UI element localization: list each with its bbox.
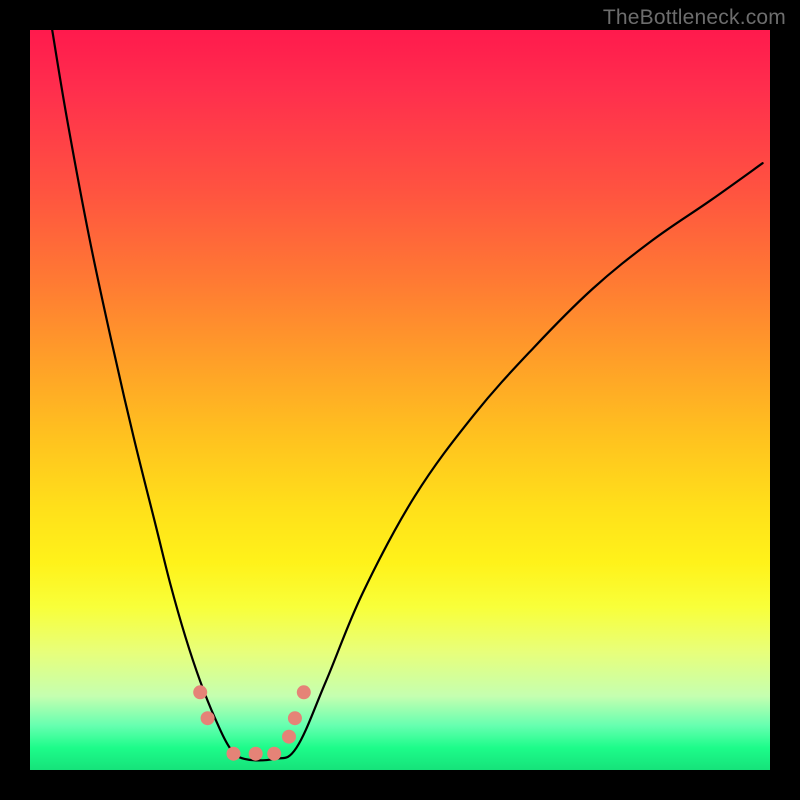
watermark-text: TheBottleneck.com xyxy=(603,6,786,30)
marker-dot xyxy=(288,711,302,725)
plot-area xyxy=(30,30,770,770)
marker-dot xyxy=(282,730,296,744)
marker-dot xyxy=(297,685,311,699)
marker-dots xyxy=(30,30,770,770)
marker-dot xyxy=(267,747,281,761)
marker-dot xyxy=(193,685,207,699)
marker-dot xyxy=(227,747,241,761)
marker-dot xyxy=(201,711,215,725)
marker-dot xyxy=(249,747,263,761)
chart-stage: TheBottleneck.com xyxy=(0,0,800,800)
